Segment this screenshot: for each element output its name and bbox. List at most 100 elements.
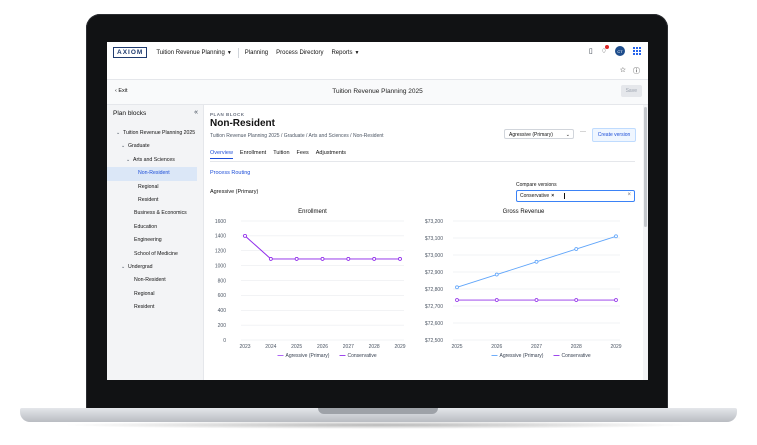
chevron-down-icon[interactable]: ⌄ (126, 154, 133, 167)
axiom-logo[interactable]: AXIOM (113, 47, 148, 58)
sidebar-heading: Plan blocks (113, 110, 147, 117)
data-point (455, 298, 459, 302)
y-tick-label: $73,100 (425, 236, 443, 242)
save-button[interactable]: Save (620, 85, 642, 97)
data-point (243, 233, 247, 238)
x-tick-label: 2026 (491, 344, 502, 350)
y-tick-label: $73,000 (425, 253, 443, 259)
clear-icon[interactable]: × (627, 192, 631, 198)
x-tick-label: 2025 (291, 344, 302, 350)
remove-chip-icon[interactable]: × (551, 193, 554, 199)
create-version-button[interactable]: Create version (592, 128, 636, 142)
chevron-down-icon: ▼ (226, 49, 232, 56)
y-tick-label: $72,600 (425, 321, 443, 327)
tree-item[interactable]: Resident (107, 194, 203, 207)
x-tick-label: 2025 (451, 344, 462, 350)
tree-item[interactable]: Non-Resident (107, 274, 203, 287)
series-line (244, 235, 400, 260)
legend-label: Agressive (Primary) (286, 353, 330, 359)
chevron-down-icon[interactable]: ⌄ (121, 140, 128, 153)
version-select[interactable]: Agressive (Primary) ⌄ (504, 129, 574, 139)
help-icon[interactable]: ⓘ (633, 66, 640, 76)
data-point (614, 298, 618, 302)
tree-item[interactable]: ⌄ Arts and Sciences (107, 154, 203, 167)
tree-item[interactable]: Resident (107, 301, 203, 314)
legend-label: Conservative (562, 353, 591, 359)
y-tick-label: $73,200 (425, 219, 443, 225)
tree-item[interactable]: Non-Resident (107, 167, 197, 181)
nav-reports-label: Reports (331, 49, 353, 56)
tree-item-label: Engineering (134, 237, 162, 244)
tree-item[interactable]: Regional (107, 181, 203, 194)
scrollbar-thumb[interactable] (644, 107, 647, 227)
tree-item-label: Non-Resident (134, 277, 166, 284)
compare-versions-label: Compare versions (516, 182, 557, 188)
x-tick-label: 2027 (343, 344, 354, 350)
tree-item-label: Undergrad (128, 263, 153, 270)
enrollment-chart-title: Enrollment (298, 209, 327, 215)
tab-adjustments[interactable]: Adjustments (316, 150, 346, 159)
tree-item[interactable]: Business & Economics (107, 207, 203, 220)
divider (237, 47, 239, 58)
avatar[interactable]: CT (615, 46, 625, 56)
more-options-icon[interactable]: ··· (580, 129, 586, 135)
apps-grid-icon[interactable] (633, 46, 642, 56)
breadcrumb: Tuition Revenue Planning 2025 / Graduate… (210, 133, 384, 139)
plan-block-label: PLAN BLOCK (210, 112, 245, 117)
scrollbar[interactable] (643, 105, 648, 380)
x-tick-label: 2029 (394, 344, 405, 350)
x-tick-label: 2023 (239, 344, 250, 350)
plan-blocks-sidebar: Plan blocks « ⌄ Tuition Revenue Planning … (107, 105, 204, 380)
tab-overview[interactable]: Overview (210, 150, 233, 159)
y-tick-label: $72,700 (425, 304, 443, 310)
y-tick-label: 600 (218, 293, 227, 299)
data-point (455, 285, 459, 290)
laptop-shadow (60, 421, 697, 429)
data-point (534, 259, 539, 264)
x-tick-label: 2028 (571, 344, 582, 350)
tree-item[interactable]: Regional (107, 288, 203, 301)
tree-item-label: Resident (138, 196, 159, 203)
chevron-down-icon: ⌄ (565, 132, 570, 138)
data-point (294, 257, 299, 261)
x-tick-label: 2027 (531, 344, 542, 350)
app-switcher[interactable]: Tuition Revenue Planning ▼ (156, 50, 231, 56)
legend-label: Conservative (348, 353, 377, 359)
collapse-sidebar-icon[interactable]: « (194, 109, 198, 116)
y-tick-label: 800 (218, 278, 227, 284)
tree-item[interactable]: ⌄ Tuition Revenue Planning 2025 (107, 127, 203, 140)
chevron-down-icon[interactable]: ⌄ (121, 261, 128, 274)
nav-planning[interactable]: Planning (245, 50, 268, 56)
tree-item[interactable]: Engineering (107, 234, 203, 247)
star-icon[interactable]: ☆ (620, 66, 626, 76)
tree-item[interactable]: Education (107, 221, 203, 234)
page-title: Tuition Revenue Planning 2025 (332, 88, 423, 95)
compare-versions-input[interactable]: Conservative × × (516, 190, 635, 202)
tab-fees[interactable]: Fees (297, 150, 309, 159)
series-line (244, 235, 400, 260)
tree-item-label: Regional (134, 290, 155, 297)
tree-item[interactable]: ⌄ Graduate (107, 140, 203, 153)
tree-item-label: Tuition Revenue Planning 2025 (123, 130, 196, 136)
data-point (534, 298, 539, 302)
nav-reports[interactable]: Reports ▼ (331, 50, 359, 56)
tree-item[interactable]: School of Medicine (107, 248, 203, 261)
tree-item-label: School of Medicine (134, 250, 178, 257)
bookmark-icon[interactable]: ▯ (589, 47, 593, 55)
tab-enrollment[interactable]: Enrollment (240, 150, 266, 159)
y-tick-label: 200 (218, 323, 227, 329)
text-cursor (564, 193, 565, 199)
chevron-down-icon[interactable]: ⌄ (116, 127, 123, 140)
data-point (346, 257, 351, 261)
tab-bar: Overview Enrollment Tuition Fees Adjustm… (210, 150, 346, 159)
process-routing-link[interactable]: Process Routing (210, 170, 250, 176)
y-tick-label: $72,800 (425, 287, 443, 293)
tree-item[interactable]: ⌄ Undergrad (107, 261, 203, 274)
gross-revenue-chart: $72,500 $72,600 $72,700 $72,800 $72,900 $73,0… (425, 219, 622, 359)
tree-item-label: Non-Resident (138, 170, 170, 177)
notification-bell-icon[interactable]: ♢ (601, 45, 609, 55)
tree-item-label: Resident (134, 304, 155, 311)
nav-process-directory[interactable]: Process Directory (276, 50, 323, 56)
tab-tuition[interactable]: Tuition (273, 150, 289, 159)
top-nav: AXIOM Tuition Revenue Planning ▼ Planning… (107, 42, 648, 64)
